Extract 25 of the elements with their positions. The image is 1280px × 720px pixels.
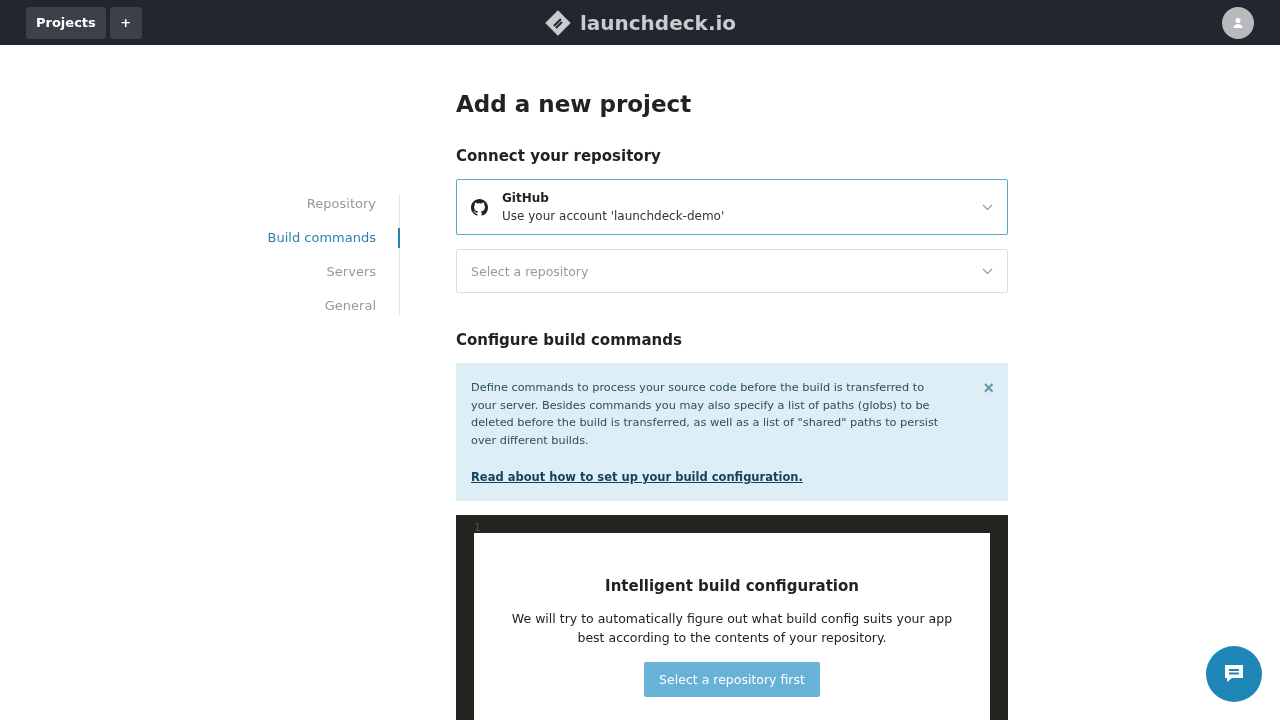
notice-text: Define commands to process your source code before the build is transferred to your server. Besides commands you may also specify a list of paths (globs) to be deleted before the build is transferred, as well as a list of "shared" paths to persist over different builds. — [471, 380, 940, 450]
step-link[interactable]: Build commands — [267, 228, 400, 248]
docs-link[interactable]: Read about how to set up your build configuration. — [471, 469, 803, 484]
brand-name: launchdeck.io — [579, 10, 737, 35]
repository-select[interactable]: Select a repository — [456, 249, 1008, 293]
overlay-text: We will try to automatically figure out what build config suits your app best according to the contents of your repository. — [510, 609, 954, 647]
select-repository-button[interactable]: Select a repository first — [644, 661, 820, 697]
overlay-title: Intelligent build configuration — [605, 576, 859, 595]
projects-button[interactable]: Projects — [26, 6, 106, 39]
provider-select[interactable]: GitHub Use your account 'launchdeck-demo' — [456, 179, 1008, 235]
step-link[interactable]: Repository — [267, 194, 400, 214]
close-button[interactable]: × — [983, 379, 994, 397]
add-button[interactable]: + — [109, 6, 142, 39]
avatar-icon[interactable] — [1222, 6, 1254, 39]
step-link[interactable]: Servers — [267, 262, 400, 282]
account-text: Use your account 'launchdeck-demo' — [502, 209, 726, 223]
chevron-down-icon — [982, 203, 993, 211]
page-title: Add a new project — [456, 91, 693, 117]
chevron-down-icon — [982, 267, 993, 275]
section-heading: Configure build commands — [456, 331, 683, 349]
section-heading: Connect your repository — [456, 147, 662, 165]
github-icon — [471, 198, 488, 216]
provider-name: GitHub — [502, 191, 550, 205]
chat-button[interactable] — [1206, 646, 1262, 702]
step-link[interactable]: General — [267, 296, 400, 316]
